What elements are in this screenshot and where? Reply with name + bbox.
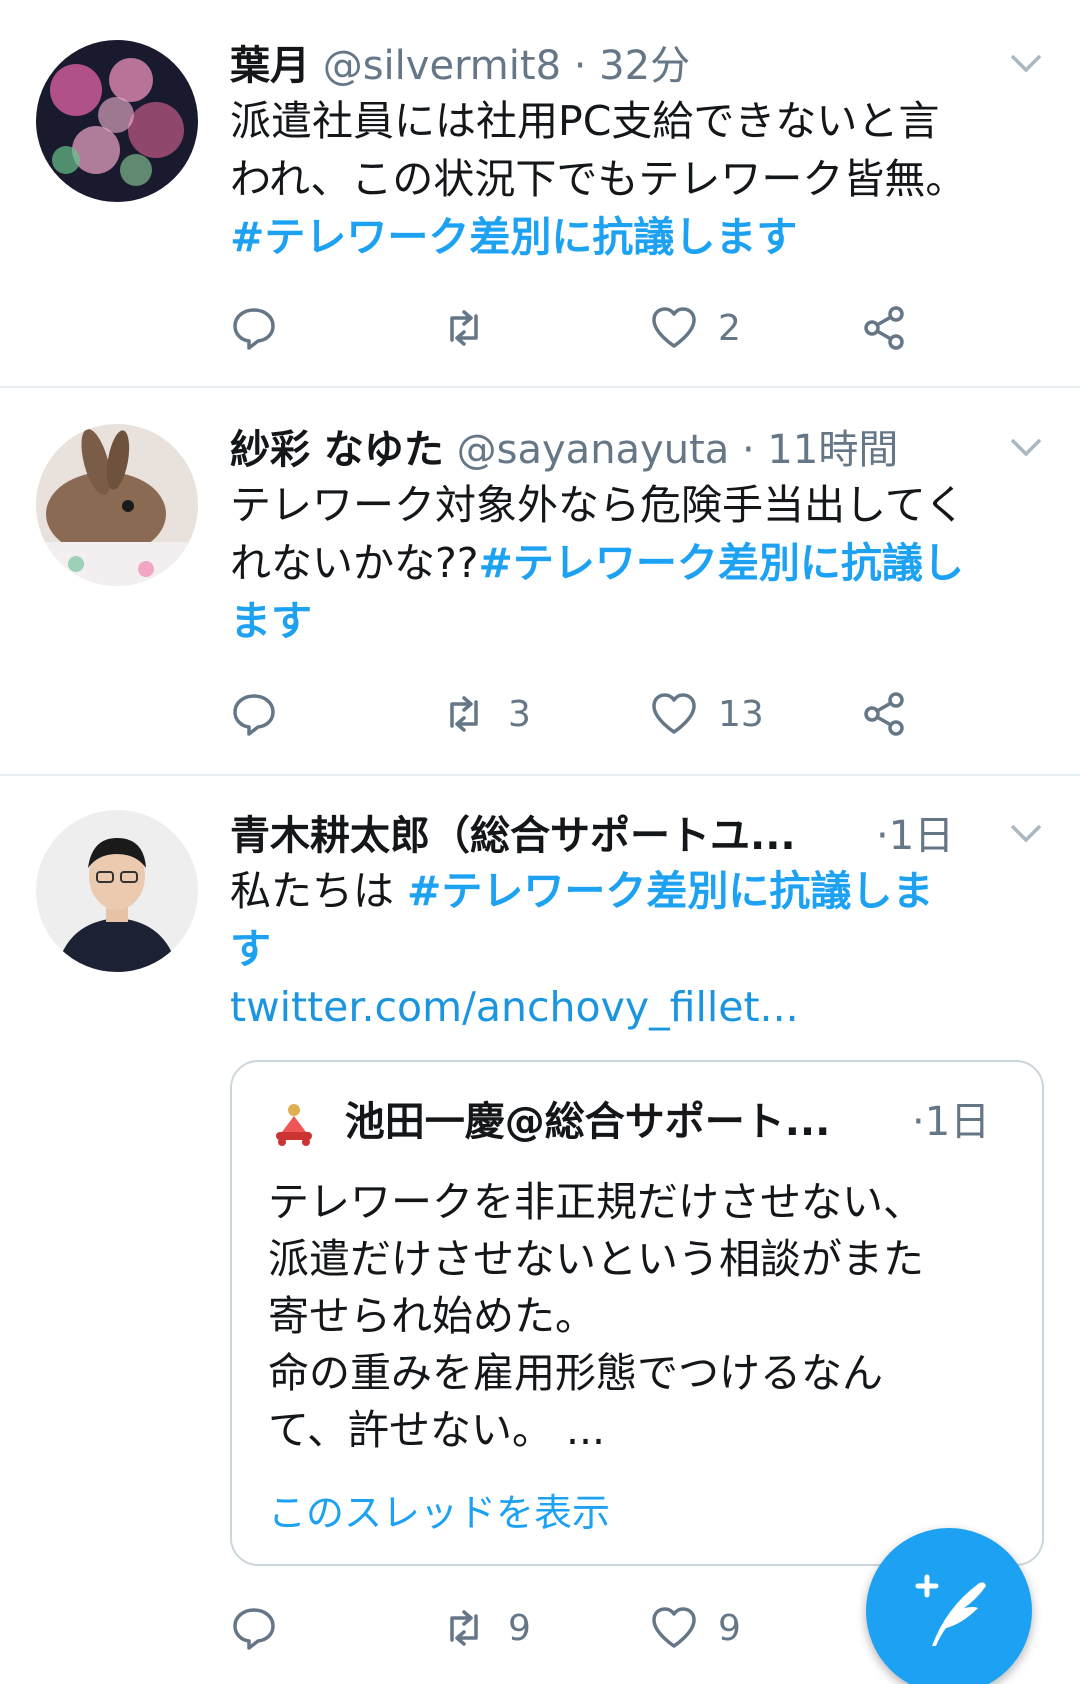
timestamp[interactable]: · 11時間 (742, 427, 898, 473)
reply-button[interactable] (230, 1598, 278, 1658)
retweet-count: 9 (508, 1607, 531, 1649)
retweet-button[interactable] (440, 298, 508, 358)
avatar[interactable] (36, 424, 198, 586)
retweet-button[interactable]: 9 (440, 1598, 531, 1658)
tweet-header: 青木耕太郎（総合サポートユ... (230, 806, 930, 866)
like-button[interactable]: 9 (650, 1598, 741, 1658)
compose-feather-icon (915, 1574, 986, 1646)
quoted-text-line: 寄せられ始めた。 (268, 1292, 596, 1340)
hashtag-link[interactable]: ます (230, 592, 1040, 650)
tweet-text: 派遣社員には社用PC支給できないと言 われ、この状況下でもテレワーク皆無。 #テ… (230, 92, 1040, 266)
like-count: 13 (718, 693, 764, 735)
tweet-text-line: テレワーク対象外なら危険手当出してく (230, 481, 966, 529)
compose-tweet-button[interactable] (866, 1528, 1032, 1684)
tweet-actions: 2 (230, 298, 930, 358)
user-handle[interactable]: @silvermit8 (323, 43, 561, 89)
chevron-down-icon[interactable] (1006, 42, 1046, 82)
like-count: 2 (718, 307, 741, 349)
quoted-text-line: て、許せない。 ... (268, 1406, 606, 1454)
tweet-text: テレワーク対象外なら危険手当出してく れないかな??#テレワーク差別に抗議し ま… (230, 476, 1040, 650)
quoted-text-line: 命の重みを雇用形態でつけるなん (268, 1349, 883, 1397)
tweet-text: 私たちは #テレワーク差別に抗議しま す twitter.com/anchovy… (230, 862, 1040, 1036)
share-icon (864, 692, 904, 736)
quoted-tweet-header: 池田一慶@総合サポート... (268, 1092, 1006, 1152)
share-icon (864, 306, 904, 350)
timeline: 葉月 @silvermit8 · 32分 派遣社員には社用PC支給できないと言 … (0, 0, 1080, 1684)
quoted-tweet-time: ·1日 (912, 1092, 1022, 1152)
url-link[interactable]: twitter.com/anchovy_fillet... (230, 978, 1040, 1036)
retweet-icon (450, 1610, 478, 1646)
tweet-text-line: われ、この状況下でもテレワーク皆無。 (230, 155, 967, 203)
reply-icon (233, 308, 275, 350)
timestamp[interactable]: · 32分 (574, 43, 690, 89)
tweet-text-line: 私たちは #テレワーク差別に抗議しま (230, 862, 1040, 920)
quoted-text-line: テレワークを非正規だけさせない、 (268, 1178, 924, 1226)
hashtag-link[interactable]: #テレワーク差別に抗議します (230, 208, 1040, 266)
reply-button[interactable] (230, 298, 278, 358)
tweet-text-line: 派遣社員には社用PC支給できないと言 (230, 97, 940, 145)
share-button[interactable] (860, 298, 908, 358)
retweet-icon (450, 310, 478, 346)
quoted-text-line: 派遣だけさせないという相談がまた (268, 1235, 924, 1283)
like-button[interactable]: 13 (650, 684, 764, 744)
avatar[interactable] (268, 1098, 320, 1150)
like-button[interactable]: 2 (650, 298, 741, 358)
tweet-text-span: 私たちは (230, 867, 408, 915)
tweet-actions: 3 13 (230, 684, 930, 744)
retweet-button[interactable]: 3 (440, 684, 531, 744)
tweet-text-span: れないかな?? (230, 539, 479, 587)
like-count: 9 (718, 1607, 741, 1649)
reply-button[interactable] (230, 684, 278, 744)
tweet-header-time: ·1日 (876, 806, 990, 866)
quoted-tweet-text: テレワークを非正規だけさせない、 派遣だけさせないという相談がまた 寄せられ始め… (268, 1174, 1006, 1459)
display-name[interactable]: 紗彩 なゆた (230, 427, 444, 473)
reply-icon (233, 1608, 275, 1650)
hashtag-link[interactable]: #テレワーク差別に抗議しま (407, 867, 933, 915)
share-button[interactable] (860, 684, 908, 744)
heart-icon (652, 1607, 696, 1648)
heart-icon (652, 693, 696, 734)
show-thread-link[interactable]: このスレッドを表示 (268, 1482, 610, 1537)
tweet-text-line: れないかな??#テレワーク差別に抗議し (230, 534, 1040, 592)
reply-icon (233, 694, 275, 736)
display-name[interactable]: 葉月 (230, 43, 310, 89)
heart-icon (652, 307, 696, 348)
hashtag-link[interactable]: #テレワーク差別に抗議し (479, 539, 964, 587)
timestamp[interactable]: ·1日 (876, 813, 954, 859)
chevron-down-icon[interactable] (1006, 812, 1046, 852)
tweet-header: 紗彩 なゆた @sayanayuta · 11時間 (230, 420, 990, 480)
tweet[interactable]: 葉月 @silvermit8 · 32分 派遣社員には社用PC支給できないと言 … (0, 0, 1080, 388)
tweet-actions: 9 9 (230, 1598, 930, 1658)
quoted-tweet-card[interactable]: 池田一慶@総合サポート... ·1日 テレワークを非正規だけさせない、 派遣だけ… (230, 1060, 1044, 1566)
retweet-icon (450, 696, 478, 732)
quoted-display-name[interactable]: 池田一慶@総合サポート... (345, 1099, 831, 1145)
avatar[interactable] (36, 40, 198, 202)
tweet-header: 葉月 @silvermit8 · 32分 (230, 36, 990, 96)
chevron-down-icon[interactable] (1006, 426, 1046, 466)
retweet-count: 3 (508, 693, 531, 735)
avatar[interactable] (36, 810, 198, 972)
tweet[interactable]: 紗彩 なゆた @sayanayuta · 11時間 テレワーク対象外なら危険手当… (0, 388, 1080, 776)
timestamp: ·1日 (912, 1099, 991, 1145)
user-handle[interactable]: @sayanayuta (457, 427, 730, 473)
display-name[interactable]: 青木耕太郎（総合サポートユ... (230, 813, 796, 859)
hashtag-link[interactable]: す (230, 920, 1040, 978)
